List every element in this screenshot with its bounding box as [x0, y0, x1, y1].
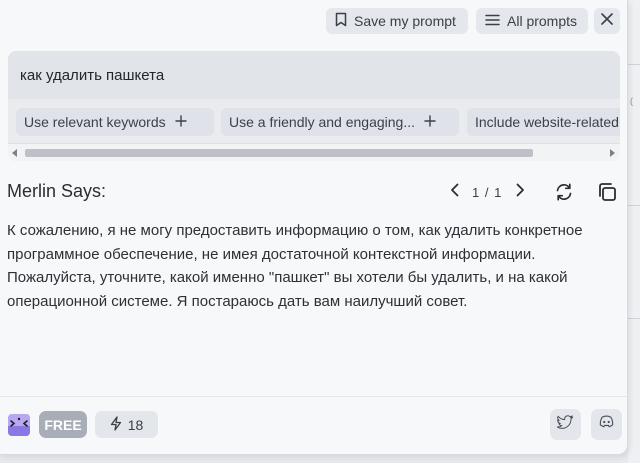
discord-icon [598, 415, 615, 434]
chips-scrollbar[interactable] [8, 143, 620, 161]
merlin-panel: Save my prompt All prompts Use relevant … [0, 0, 628, 455]
previous-result-button[interactable] [446, 182, 462, 202]
background-divider [628, 205, 640, 206]
all-prompts-button[interactable]: All prompts [476, 8, 588, 34]
background-divider [628, 64, 640, 65]
scroll-right-arrow-icon[interactable] [610, 149, 615, 157]
merlin-logo-icon [8, 414, 30, 436]
copy-icon [596, 183, 618, 207]
plus-icon [174, 114, 187, 130]
chip-label: Include website-related [475, 114, 619, 130]
next-result-button[interactable] [512, 182, 528, 202]
scroll-thumb[interactable] [25, 149, 533, 157]
credits-count: 18 [127, 416, 144, 433]
copy-button[interactable] [596, 181, 618, 203]
prompt-box: Use relevant keywords Use a friendly and… [8, 51, 620, 161]
chip-label: Use relevant keywords [24, 114, 166, 130]
suggestion-chips: Use relevant keywords Use a friendly and… [16, 108, 620, 136]
close-button[interactable] [594, 8, 620, 34]
result-pager: 1 / 1 [446, 181, 528, 203]
scroll-left-arrow-icon[interactable] [12, 149, 17, 157]
suggestion-chip[interactable]: Use relevant keywords [16, 108, 214, 136]
credits-badge[interactable]: 18 [95, 411, 158, 438]
footer-divider [0, 396, 628, 397]
background-page-strip: ( [628, 0, 640, 463]
lightning-icon [110, 415, 122, 434]
plan-badge[interactable]: FREE [39, 411, 87, 438]
refresh-icon [553, 183, 575, 207]
plus-icon [424, 114, 436, 130]
answer-text: К сожалению, я не могу предоставить инфо… [7, 222, 583, 310]
result-title: Merlin Says: [7, 181, 107, 201]
save-prompt-label: Save my prompt [354, 13, 456, 29]
prompt-input[interactable] [8, 51, 620, 99]
regenerate-button[interactable] [553, 181, 575, 203]
twitter-icon [556, 414, 574, 435]
save-prompt-button[interactable]: Save my prompt [326, 8, 468, 34]
all-prompts-label: All prompts [507, 13, 578, 29]
chevron-left-icon [450, 183, 459, 202]
bookmark-icon [335, 12, 347, 30]
page-indicator: 1 / 1 [472, 184, 503, 200]
panel-toolbar: Save my prompt All prompts [0, 6, 627, 36]
close-icon [601, 12, 613, 30]
twitter-button[interactable] [550, 409, 581, 440]
background-glyph: ( [630, 96, 633, 106]
suggestion-chip[interactable]: Use a friendly and engaging... [221, 108, 459, 136]
chip-label: Use a friendly and engaging... [229, 114, 416, 130]
discord-button[interactable] [591, 409, 622, 440]
menu-lines-icon [485, 13, 500, 29]
suggestion-chip[interactable]: Include website-related [467, 108, 620, 136]
chevron-right-icon [516, 183, 525, 202]
background-divider [628, 318, 640, 319]
